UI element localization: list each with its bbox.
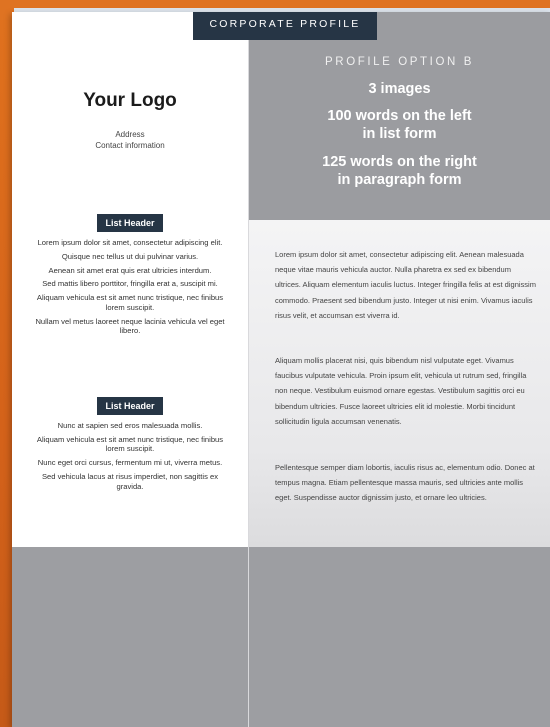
list-item: Lorem ipsum dolor sit amet, consectetur …	[37, 238, 223, 247]
option-right-words-line: 125 words on the right	[322, 154, 477, 170]
corporate-profile-tab: CORPORATE PROFILE	[193, 12, 377, 40]
option-left-words-line: 100 words on the left	[327, 108, 472, 124]
list-item: Aliquam vehicula est sit amet nunc trist…	[36, 434, 224, 454]
list-item: Sed vehicula lacus at risus imperdiet, n…	[41, 471, 218, 491]
contact-line: Contact information	[95, 141, 165, 150]
profile-page: CORPORATE PROFILE Your Logo Address Cont…	[12, 12, 550, 727]
profile-option-title: PROFILE OPTION B	[325, 56, 474, 68]
list-item: Aliquam vehicula est sit amet nunc trist…	[36, 293, 224, 312]
list-item: Sed mattis libero porttitor, fringilla e…	[42, 279, 218, 289]
option-images-line: 3 images	[368, 81, 431, 97]
list-section-1: List Header Lorem ipsum dolor sit amet, …	[12, 213, 248, 340]
list-header: List Header	[97, 214, 163, 232]
list-item: Nunc at sapien sed eros malesuada mollis…	[57, 421, 203, 430]
list-section-2: List Header Nunc at sapien sed eros male…	[12, 396, 248, 495]
list-item: Aenean sit amet erat quis erat ultricies…	[48, 265, 212, 275]
address-line: Address	[115, 130, 145, 139]
list-item: Quisque nec tellus ut dui pulvinar variu…	[61, 251, 199, 261]
body-paragraph: Lorem ipsum dolor sit amet, consectetur …	[275, 250, 536, 320]
option-right-form-line: in paragraph form	[337, 172, 462, 188]
body-paragraph: Pellentesque semper diam lobortis, iacul…	[275, 463, 535, 503]
list-item: Nunc eget orci cursus, fermentum mi ut, …	[37, 458, 223, 468]
option-left-form-line: in list form	[362, 126, 437, 142]
list-header: List Header	[97, 397, 163, 415]
address-block: Address Contact information	[12, 129, 248, 151]
image-placeholder-left	[12, 547, 248, 727]
list-item: Nullam vel metus laoreet neque lacinia v…	[35, 316, 225, 336]
image-placeholder-right	[249, 547, 550, 727]
body-paragraph: Aliquam mollis placerat nisi, quis biben…	[275, 356, 527, 426]
logo-text: Your Logo	[83, 90, 177, 111]
